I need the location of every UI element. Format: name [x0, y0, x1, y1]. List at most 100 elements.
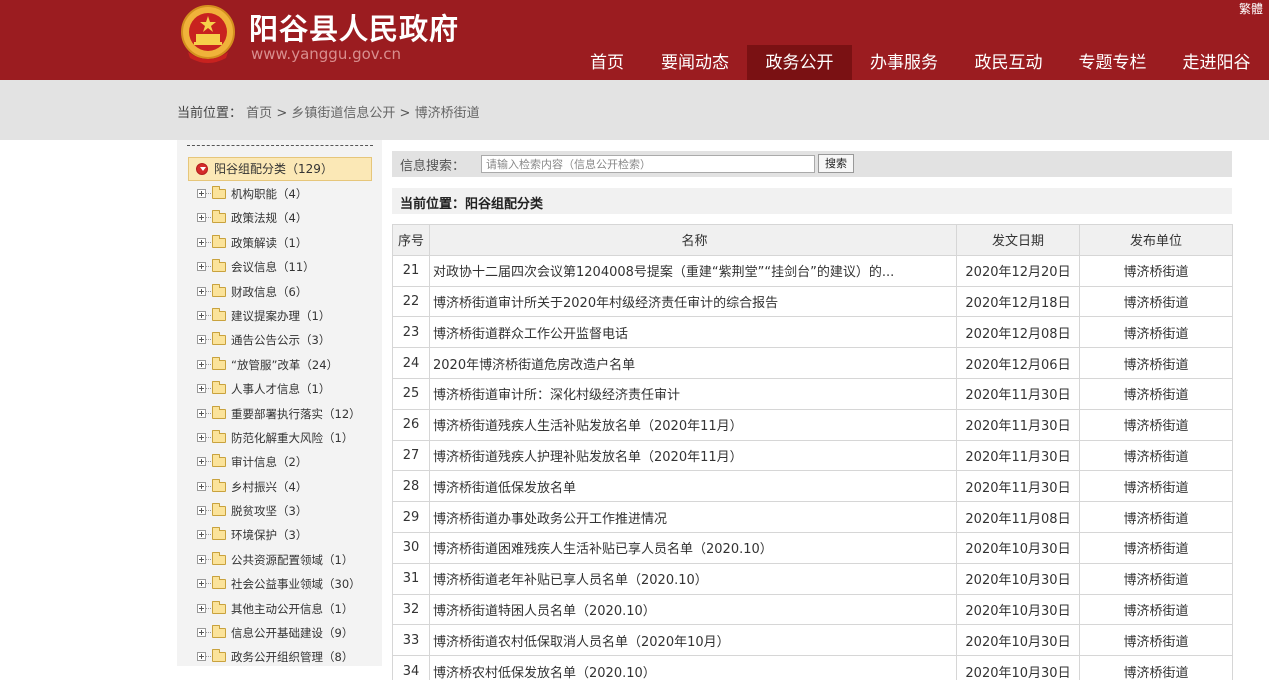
expand-plus-icon[interactable]	[197, 652, 206, 662]
expand-plus-icon[interactable]	[197, 286, 206, 296]
tree-item-label-wrap: 社会公益事业领域（30）	[231, 577, 361, 592]
tree-item[interactable]: 社会公益事业领域（30）	[197, 572, 377, 596]
collapse-circle-icon[interactable]	[196, 163, 208, 175]
table-row[interactable]: 22 博济桥街道审计所关于2020年村级经济责任审计的综合报告 2020年12月18…	[392, 285, 1233, 318]
nav-item-services[interactable]: 办事服务	[852, 45, 956, 80]
nav-item-interaction[interactable]: 政民互动	[956, 45, 1061, 80]
tree-item[interactable]: 重要部署执行落实（12）	[197, 402, 377, 426]
row-title-link[interactable]: 博济桥街道办事处政务公开工作推进情况	[429, 501, 957, 533]
nav-item-special-topics[interactable]: 专题专栏	[1061, 45, 1164, 80]
tree-item-label: 政策法规	[231, 211, 277, 226]
expand-plus-icon[interactable]	[197, 481, 206, 491]
breadcrumb-home-link[interactable]: 首页	[246, 106, 272, 121]
tree-item-label: 人事人才信息	[231, 382, 300, 397]
row-date: 2020年12月08日	[956, 316, 1080, 349]
table-row[interactable]: 33 博济桥街道农村低保取消人员名单（2020年10月） 2020年10月30日 博济…	[392, 624, 1233, 657]
tree-item[interactable]: 政策法规（4）	[197, 206, 377, 230]
tree-item[interactable]: 财政信息（6）	[197, 280, 377, 304]
tree-item-label-wrap: 财政信息（6）	[231, 284, 308, 299]
tree-item[interactable]: 公共资源配置领域（1）	[197, 548, 377, 572]
row-title-link[interactable]: 博济桥街道特困人员名单（2020.10）	[429, 593, 957, 626]
expand-plus-icon[interactable]	[197, 310, 206, 320]
header-name: 名称	[429, 224, 957, 256]
tree-item-count: 3	[288, 504, 296, 519]
tree-item[interactable]: 乡村振兴（4）	[197, 475, 377, 499]
search-button[interactable]: 搜索	[818, 154, 854, 173]
nav-item-gov-affairs-open[interactable]: 政务公开	[747, 45, 852, 80]
row-title-link[interactable]: 博济桥街道审计所关于2020年村级经济责任审计的综合报告	[429, 285, 957, 318]
expand-plus-icon[interactable]	[197, 579, 206, 589]
expand-plus-icon[interactable]	[197, 506, 206, 516]
tree-item[interactable]: 通告公告公示（3）	[197, 328, 377, 352]
expand-plus-icon[interactable]	[197, 603, 206, 613]
table-row[interactable]: 21 对政协十二届四次会议第1204008号提案（重建“紫荆堂”“挂剑台”的建议）…	[392, 254, 1233, 287]
row-date: 2020年10月30日	[956, 593, 1080, 626]
expand-plus-icon[interactable]	[197, 335, 206, 345]
tree-connector	[206, 339, 211, 341]
expand-plus-icon[interactable]	[197, 262, 206, 272]
tree-item[interactable]: 建议提案办理（1）	[197, 304, 377, 328]
table-row[interactable]: 32 博济桥街道特困人员名单（2020.10） 2020年10月30日 博济桥街道	[392, 593, 1233, 626]
row-number: 25	[392, 377, 430, 410]
current-location-bar: 当前位置：阳谷组配分类	[392, 188, 1232, 214]
row-title-link[interactable]: 博济桥街道审计所：深化村级经济责任审计	[429, 377, 957, 410]
tree-item[interactable]: 环境保护（3）	[197, 523, 377, 547]
table-row[interactable]: 28 博济桥街道低保发放名单 2020年11月30日 博济桥街道	[392, 470, 1233, 503]
nav-item-about-yanggu[interactable]: 走进阳谷	[1164, 45, 1269, 80]
table-row[interactable]: 29 博济桥街道办事处政务公开工作推进情况 2020年11月08日 博济桥街道	[392, 501, 1233, 533]
tree-item[interactable]: 政务公开组织管理（8）	[197, 645, 377, 669]
nav-item-news[interactable]: 要闻动态	[643, 45, 747, 80]
expand-plus-icon[interactable]	[197, 554, 206, 564]
expand-plus-icon[interactable]	[197, 384, 206, 394]
expand-plus-icon[interactable]	[197, 213, 206, 223]
header-date: 发文日期	[956, 224, 1080, 256]
table-row[interactable]: 27 博济桥街道残疾人护理补贴发放名单（2020年11月） 2020年11月30日博…	[392, 439, 1233, 472]
tree-item[interactable]: 脱贫攻坚（3）	[197, 499, 377, 523]
expand-plus-icon[interactable]	[197, 530, 206, 540]
expand-plus-icon[interactable]	[197, 628, 206, 638]
folder-icon	[212, 283, 226, 297]
tree-item-label: 环境保护	[231, 528, 277, 543]
tree-item[interactable]: 机构职能（4）	[197, 182, 377, 206]
row-title-link[interactable]: 博济桥街道残疾人生活补贴发放名单（2020年11月）	[429, 408, 957, 441]
expand-plus-icon[interactable]	[197, 237, 206, 247]
tree-root-node[interactable]: 阳谷组配分类（129）	[188, 157, 372, 181]
tree-connector	[206, 266, 211, 268]
row-title-link[interactable]: 2020年博济桥街道危房改造户名单	[429, 347, 957, 379]
tree-item[interactable]: 其他主动公开信息（1）	[197, 597, 377, 621]
expand-plus-icon[interactable]	[197, 432, 206, 442]
tree-item[interactable]: 信息公开基础建设（9）	[197, 621, 377, 645]
breadcrumb-township-link[interactable]: 乡镇街道信息公开	[291, 106, 395, 121]
table-row[interactable]: 31 博济桥街道老年补贴已享人员名单（2020.10） 2020年10月30日 博济桥…	[392, 562, 1233, 595]
table-row[interactable]: 30 博济桥街道困难残疾人生活补贴已享人员名单（2020.10） 2020年10月3…	[392, 531, 1233, 564]
tree-root-label: 阳谷组配分类	[214, 162, 287, 176]
expand-plus-icon[interactable]	[197, 457, 206, 467]
tree-item[interactable]: “放管服”改革（24）	[197, 353, 377, 377]
tree-item[interactable]: 人事人才信息（1）	[197, 377, 377, 401]
row-title-link[interactable]: 博济桥街道残疾人护理补贴发放名单（2020年11月）	[429, 439, 957, 472]
table-row[interactable]: 23 博济桥街道群众工作公开监督电话 2020年12月08日 博济桥街道	[392, 316, 1233, 349]
nav-item-home[interactable]: 首页	[571, 45, 643, 80]
tree-item-count: 30	[334, 577, 350, 592]
row-title-link[interactable]: 博济桥街道低保发放名单	[429, 470, 957, 503]
row-title-link[interactable]: 博济桥农村低保发放名单（2020.10）	[429, 655, 957, 680]
row-title-link[interactable]: 博济桥街道农村低保取消人员名单（2020年10月）	[429, 624, 957, 657]
table-row[interactable]: 34 博济桥农村低保发放名单（2020.10） 2020年10月30日 博济桥街道	[392, 655, 1233, 680]
tree-item[interactable]: 防范化解重大风险（1）	[197, 426, 377, 450]
breadcrumb-current[interactable]: 博济桥街道	[415, 106, 480, 121]
row-title-link[interactable]: 对政协十二届四次会议第1204008号提案（重建“紫荆堂”“挂剑台”的建议）的.…	[429, 254, 957, 287]
expand-plus-icon[interactable]	[197, 189, 206, 198]
expand-plus-icon[interactable]	[197, 408, 206, 418]
row-title-link[interactable]: 博济桥街道群众工作公开监督电话	[429, 316, 957, 349]
row-title-link[interactable]: 博济桥街道老年补贴已享人员名单（2020.10）	[429, 562, 957, 595]
row-title-link[interactable]: 博济桥街道困难残疾人生活补贴已享人员名单（2020.10）	[429, 531, 957, 564]
tree-item[interactable]: 会议信息（11）	[197, 255, 377, 279]
search-input[interactable]	[481, 155, 815, 173]
tree-item[interactable]: 审计信息（2）	[197, 450, 377, 474]
table-row[interactable]: 24 2020年博济桥街道危房改造户名单 2020年12月06日 博济桥街道	[392, 347, 1233, 379]
traditional-chinese-link[interactable]: 繁體	[1239, 0, 1263, 17]
table-row[interactable]: 26 博济桥街道残疾人生活补贴发放名单（2020年11月） 2020年11月30日博…	[392, 408, 1233, 441]
expand-plus-icon[interactable]	[197, 359, 206, 369]
tree-item[interactable]: 政策解读（1）	[197, 231, 377, 255]
table-row[interactable]: 25 博济桥街道审计所：深化村级经济责任审计 2020年11月30日 博济桥街道	[392, 377, 1233, 410]
